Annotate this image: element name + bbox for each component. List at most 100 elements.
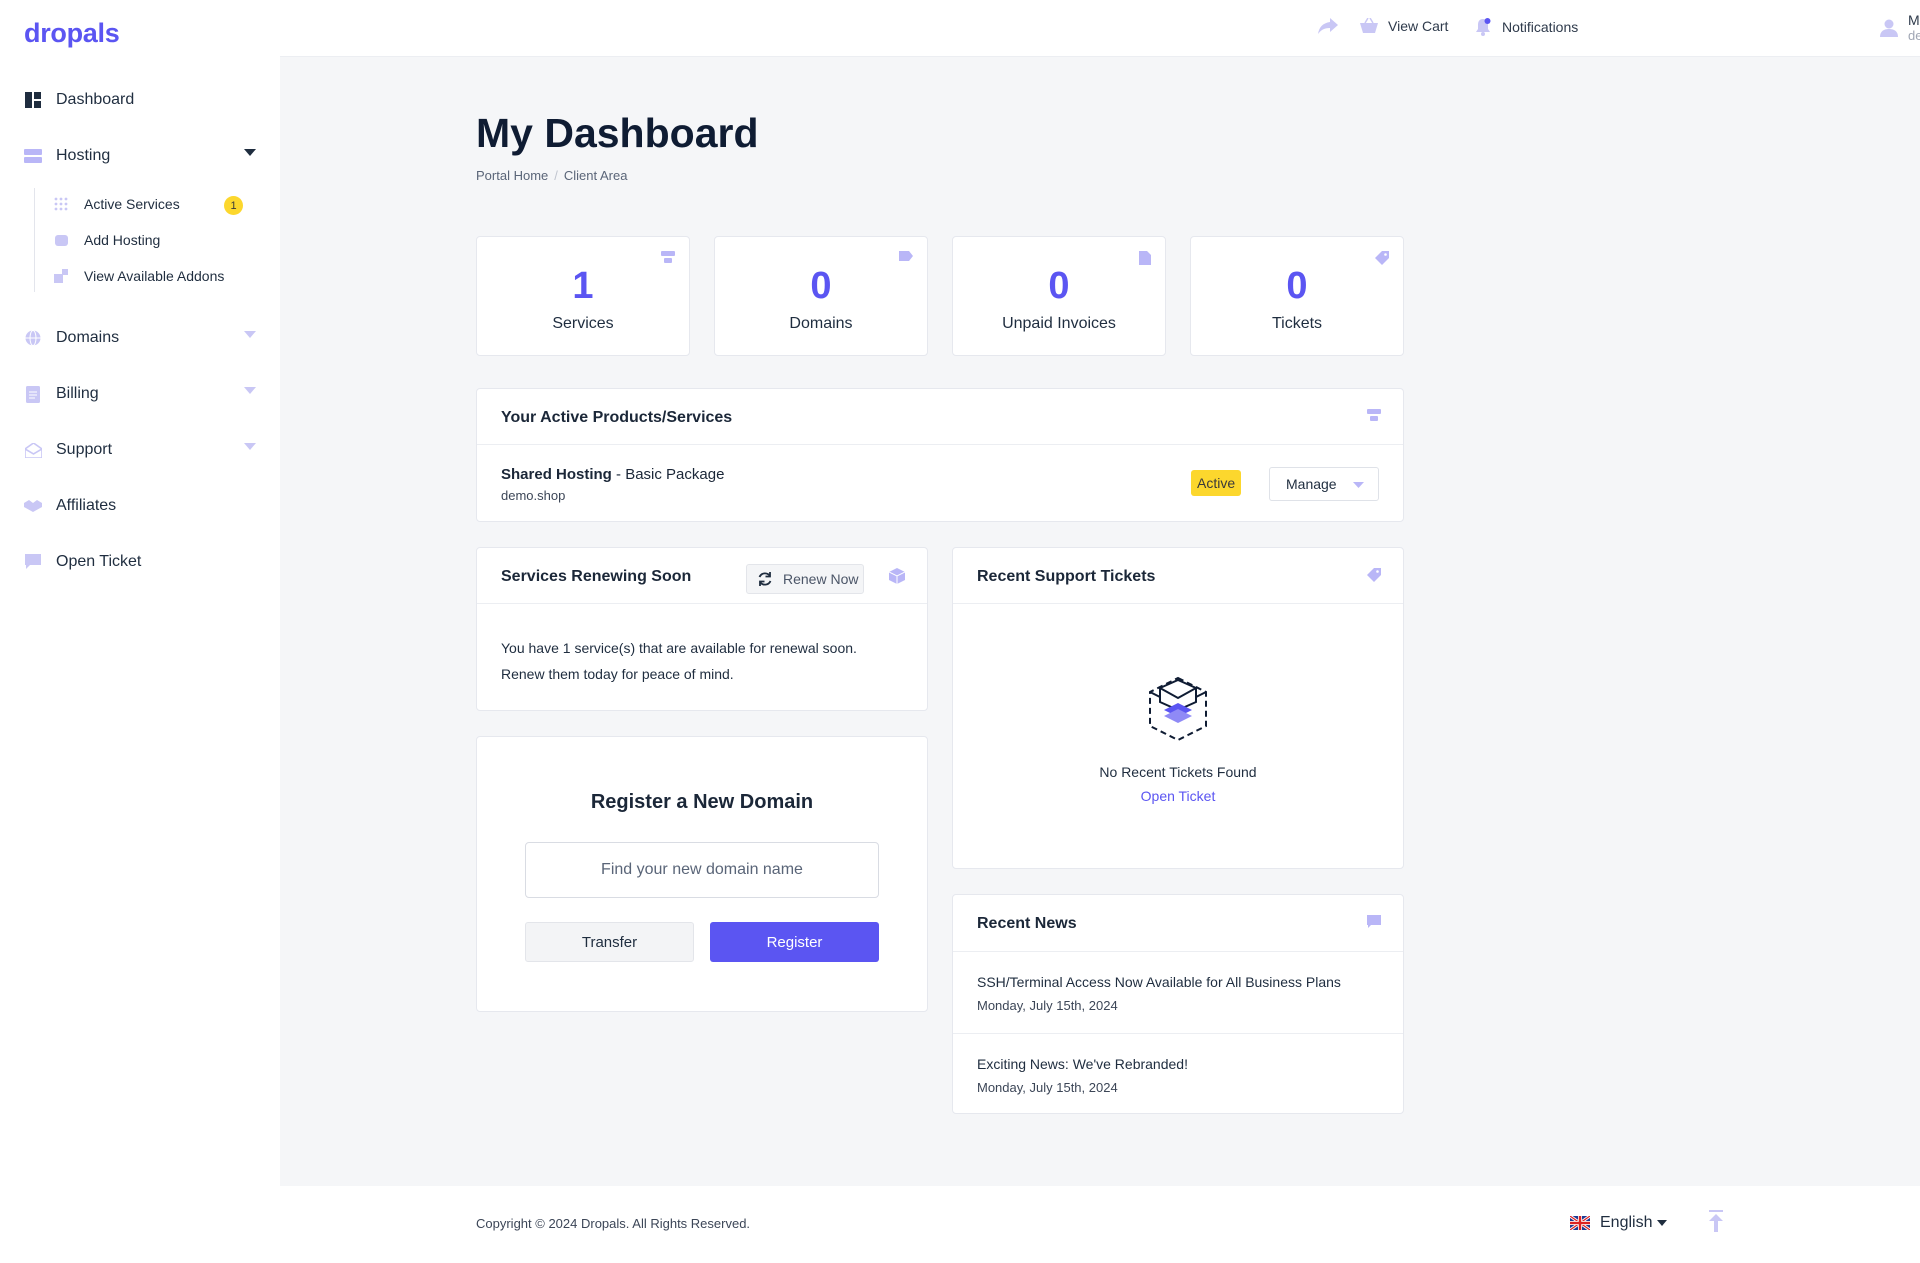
comment-icon: [1367, 915, 1381, 928]
sidebar-item-billing[interactable]: Billing: [24, 379, 256, 409]
sidebar-item-dashboard[interactable]: Dashboard: [24, 85, 256, 115]
stat-domains[interactable]: 0 Domains: [714, 236, 928, 356]
copyright-text: Copyright © 2024 Dropals. All Rights Res…: [476, 1216, 751, 1231]
news-title: SSH/Terminal Access Now Available for Al…: [977, 974, 1341, 990]
stat-label: Tickets: [1271, 315, 1323, 332]
sidebar-item-label: Support: [56, 441, 113, 458]
scroll-to-top-icon[interactable]: [1708, 1210, 1724, 1232]
service-row[interactable]: Shared Hosting - Basic Package: [501, 466, 724, 483]
refresh-icon: [758, 572, 772, 586]
service-domain: demo.shop: [501, 488, 566, 503]
news-date: Monday, July 15th, 2024: [977, 998, 1118, 1013]
notifications-button[interactable]: Notifications: [1474, 18, 1578, 36]
renew-now-button[interactable]: Renew Now: [746, 564, 864, 594]
news-item[interactable]: SSH/Terminal Access Now Available for Al…: [953, 951, 1403, 1033]
sidebar-item-domains[interactable]: Domains: [24, 323, 256, 353]
stat-label: Services: [552, 315, 614, 332]
card-header: Your Active Products/Services: [477, 389, 1403, 445]
user-name: Micky: [1908, 12, 1920, 28]
domain-search-input[interactable]: [525, 842, 879, 898]
news-date: Monday, July 15th, 2024: [977, 1080, 1118, 1095]
top-header: View Cart Notifications Micky demo.shop: [280, 0, 1920, 57]
sidebar-item-label: Hosting: [56, 147, 111, 164]
stat-label: Unpaid Invoices: [1002, 315, 1116, 332]
news-title: Exciting News: We've Rebranded!: [977, 1056, 1188, 1072]
submenu-divider: [34, 188, 35, 292]
globe-icon: [24, 329, 42, 347]
register-domain-card: Register a New Domain Transfer Register: [476, 736, 928, 1012]
chevron-down-icon: [1353, 482, 1364, 488]
stat-label: Domains: [789, 315, 853, 332]
transfer-button[interactable]: Transfer: [525, 922, 694, 962]
chevron-down-icon: [244, 387, 256, 394]
sidebar-item-label: Domains: [56, 329, 120, 346]
news-item[interactable]: Exciting News: We've Rebranded! Monday, …: [953, 1033, 1403, 1115]
sidebar-item-open-ticket[interactable]: Open Ticket: [24, 547, 256, 577]
renewal-message: You have 1 service(s) that are available…: [501, 635, 857, 687]
card-title: Services Renewing Soon: [501, 568, 692, 585]
service-package: - Basic Package: [611, 466, 725, 483]
recent-support-tickets-card: Recent Support Tickets No Recent Tickets…: [952, 547, 1404, 869]
stat-services[interactable]: 1 Services: [476, 236, 690, 356]
tag-icon: [899, 251, 913, 261]
sidebar-item-hosting[interactable]: Hosting: [24, 141, 256, 171]
chat-icon: [24, 553, 42, 571]
stat-unpaid-invoices[interactable]: 0 Unpaid Invoices: [952, 236, 1166, 356]
breadcrumb-portal-home[interactable]: Portal Home: [476, 168, 548, 183]
active-products-card: Your Active Products/Services Shared Hos…: [476, 388, 1404, 522]
uk-flag-icon: [1570, 1216, 1590, 1230]
stat-value: 0: [810, 265, 832, 307]
page-title: My Dashboard: [476, 110, 759, 156]
stat-value: 0: [1286, 265, 1308, 307]
chevron-down-icon: [244, 443, 256, 450]
card-header: Services Renewing Soon Renew Now: [477, 548, 927, 604]
manage-button[interactable]: Manage: [1269, 467, 1379, 501]
sidebar-item-label: View Available Addons: [84, 268, 225, 284]
notifications-label: Notifications: [1502, 19, 1579, 35]
sidebar-item-view-addons[interactable]: View Available Addons: [54, 264, 224, 288]
card-title: Recent Support Tickets: [977, 568, 1156, 585]
ticket-icon: [1367, 568, 1381, 582]
card-header: Recent Support Tickets: [953, 548, 1403, 604]
grid-dots-icon: [54, 197, 68, 211]
addons-icon: [54, 269, 68, 283]
server-icon: [24, 147, 42, 165]
status-badge: Active: [1191, 470, 1242, 496]
envelope-open-icon: [24, 441, 42, 459]
sidebar-item-label: Dashboard: [56, 91, 135, 108]
register-button[interactable]: Register: [710, 922, 879, 962]
recent-news-card: Recent News SSH/Terminal Access Now Avai…: [952, 894, 1404, 1114]
user-menu[interactable]: Micky demo.shop: [1880, 12, 1920, 44]
breadcrumb-client-area: Client Area: [563, 168, 628, 183]
cube-icon: [889, 568, 905, 584]
invoice-icon: [24, 385, 42, 403]
renewal-message-line: Renew them today for peace of mind.: [501, 666, 734, 682]
view-cart-label: View Cart: [1388, 18, 1449, 34]
sidebar-item-add-hosting[interactable]: Add Hosting: [54, 228, 160, 252]
sidebar-item-active-services[interactable]: Active Services: [54, 192, 180, 216]
sidebar: dropals Dashboard Hosting Active Service…: [0, 0, 280, 1263]
empty-state-message: No Recent Tickets Found: [1099, 764, 1257, 780]
logo[interactable]: dropals: [24, 18, 120, 49]
sidebar-item-affiliates[interactable]: Affiliates: [24, 491, 256, 521]
card-title: Recent News: [977, 915, 1077, 932]
share-button[interactable]: [1318, 18, 1348, 34]
user-avatar-icon: [1880, 19, 1898, 37]
sidebar-item-label: Billing: [56, 385, 99, 402]
language-selector[interactable]: English: [1570, 1214, 1668, 1232]
share-arrow-icon: [1318, 18, 1338, 34]
dashboard-icon: [24, 91, 42, 109]
manage-label: Manage: [1286, 476, 1337, 492]
sidebar-item-support[interactable]: Support: [24, 435, 256, 465]
open-ticket-link[interactable]: Open Ticket: [953, 788, 1403, 804]
stat-tickets[interactable]: 0 Tickets: [1190, 236, 1404, 356]
bell-icon: [1476, 18, 1491, 36]
document-icon: [1139, 251, 1151, 265]
server-icon: [661, 251, 675, 263]
language-label: English: [1600, 1214, 1653, 1231]
sidebar-item-label: Affiliates: [56, 497, 117, 514]
active-services-count-badge: 1: [224, 196, 243, 215]
services-renewing-card: Services Renewing Soon Renew Now You hav…: [476, 547, 928, 711]
view-cart-button[interactable]: View Cart: [1360, 18, 1448, 34]
renewal-message-line: You have 1 service(s) that are available…: [501, 640, 857, 656]
